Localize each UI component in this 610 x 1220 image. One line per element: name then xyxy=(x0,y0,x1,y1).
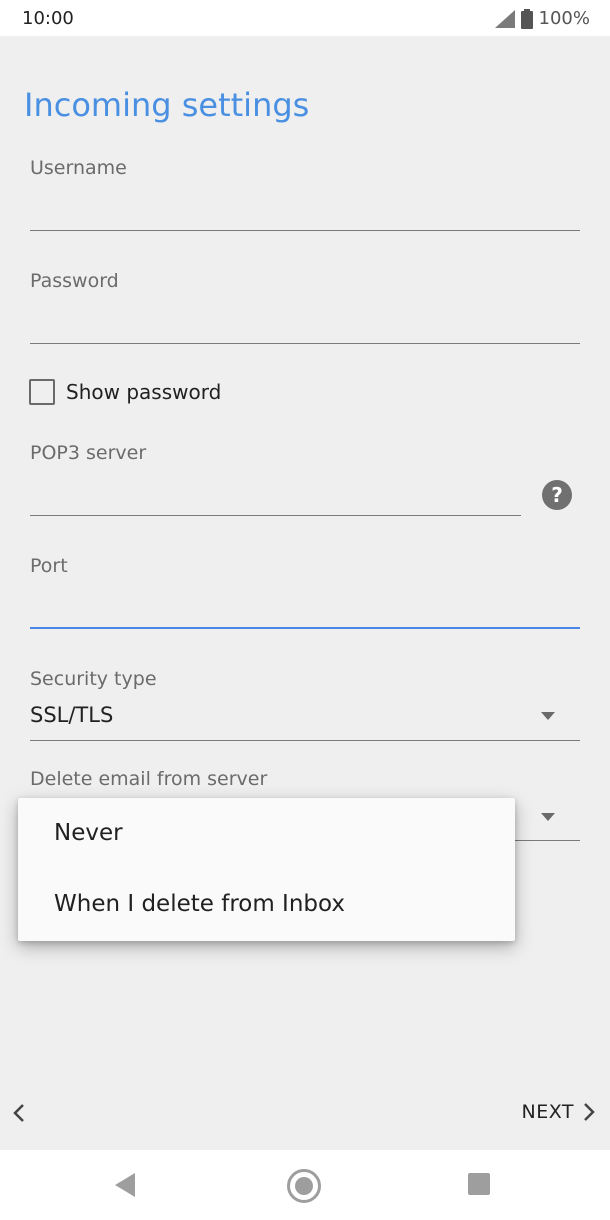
show-password-checkbox[interactable] xyxy=(29,379,55,405)
page-title: Incoming settings xyxy=(24,86,310,124)
battery-percent: 100% xyxy=(538,8,590,29)
status-time: 10:00 xyxy=(22,8,74,29)
next-label: NEXT xyxy=(521,1101,574,1123)
status-indicators: 100% xyxy=(494,8,590,29)
security-type-value[interactable]: SSL/TLS xyxy=(30,703,113,727)
status-bar: 10:00 100% xyxy=(0,0,610,36)
username-label: Username xyxy=(30,157,127,179)
navigation-bar xyxy=(0,1150,610,1220)
back-icon[interactable] xyxy=(115,1173,135,1197)
chevron-left-icon[interactable] xyxy=(12,1101,26,1129)
delete-email-dropdown-icon[interactable] xyxy=(541,813,555,821)
port-underline-focused xyxy=(30,627,580,629)
battery-icon xyxy=(520,8,533,29)
menu-item-when-delete-from-inbox[interactable]: When I delete from Inbox xyxy=(54,891,345,917)
delete-email-label: Delete email from server xyxy=(30,768,268,790)
security-type-underline xyxy=(30,740,580,741)
password-label: Password xyxy=(30,270,119,292)
username-underline xyxy=(30,230,580,231)
delete-email-dropdown-menu: Never When I delete from Inbox xyxy=(18,798,515,941)
port-label: Port xyxy=(30,555,68,577)
chevron-right-icon xyxy=(584,1103,595,1121)
next-button[interactable]: NEXT xyxy=(521,1101,596,1123)
password-input[interactable] xyxy=(30,300,580,340)
home-icon[interactable] xyxy=(287,1169,321,1203)
pop3-server-underline xyxy=(30,515,521,516)
security-type-dropdown-icon[interactable] xyxy=(541,712,555,720)
menu-item-never[interactable]: Never xyxy=(54,820,123,846)
password-underline xyxy=(30,343,580,344)
signal-icon xyxy=(494,9,515,28)
pop3-server-input[interactable] xyxy=(30,473,521,513)
port-input[interactable] xyxy=(30,586,580,626)
recents-icon[interactable] xyxy=(468,1173,490,1195)
security-type-label: Security type xyxy=(30,668,157,690)
pop3-server-label: POP3 server xyxy=(30,442,147,464)
show-password-label[interactable]: Show password xyxy=(66,380,221,404)
username-input[interactable] xyxy=(30,188,580,228)
help-icon[interactable]: ? xyxy=(542,480,572,510)
